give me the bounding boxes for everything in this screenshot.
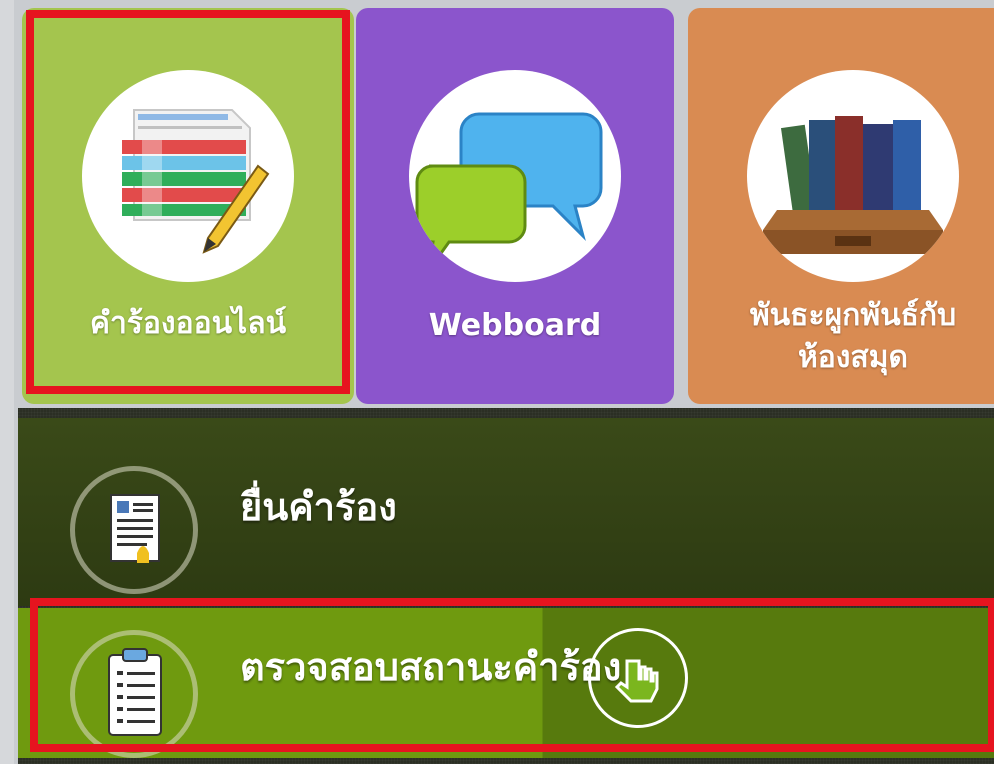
page-edge (0, 0, 14, 764)
menu-item-submit-request-label: ยื่นคำร้อง (240, 485, 397, 529)
online-request-form-icon (82, 70, 294, 282)
menu-item-check-status-label: ตรวจสอบสถานะคำร้อง (240, 645, 622, 689)
tile-library-bond-label-line1: พันธะผูกพันธ์กับ (749, 298, 957, 333)
document-submit-icon (70, 466, 198, 594)
clipboard-checklist-icon (70, 630, 198, 758)
menu-item-check-status[interactable]: ตรวจสอบสถานะคำร้อง (18, 608, 994, 758)
tile-library-bond[interactable]: พันธะผูกพันธ์กับ ห้องสมุด (688, 8, 994, 404)
request-menu: ยื่นคำร้อง ตรวจสอบสถานะคำร้อง (18, 408, 994, 764)
library-books-icon (747, 70, 959, 282)
tile-webboard[interactable]: Webboard (356, 8, 674, 404)
chat-bubbles-icon (409, 70, 621, 282)
tile-library-bond-label-line2: ห้องสมุด (797, 340, 908, 375)
menu-item-submit-request[interactable]: ยื่นคำร้อง (18, 418, 994, 606)
tile-webboard-label: Webboard (428, 308, 602, 343)
hand-cursor-icon (588, 628, 688, 728)
tile-online-request-label: คำร้องออนไลน์ (89, 306, 287, 341)
tile-online-request[interactable]: คำร้องออนไลน์ (22, 8, 354, 404)
